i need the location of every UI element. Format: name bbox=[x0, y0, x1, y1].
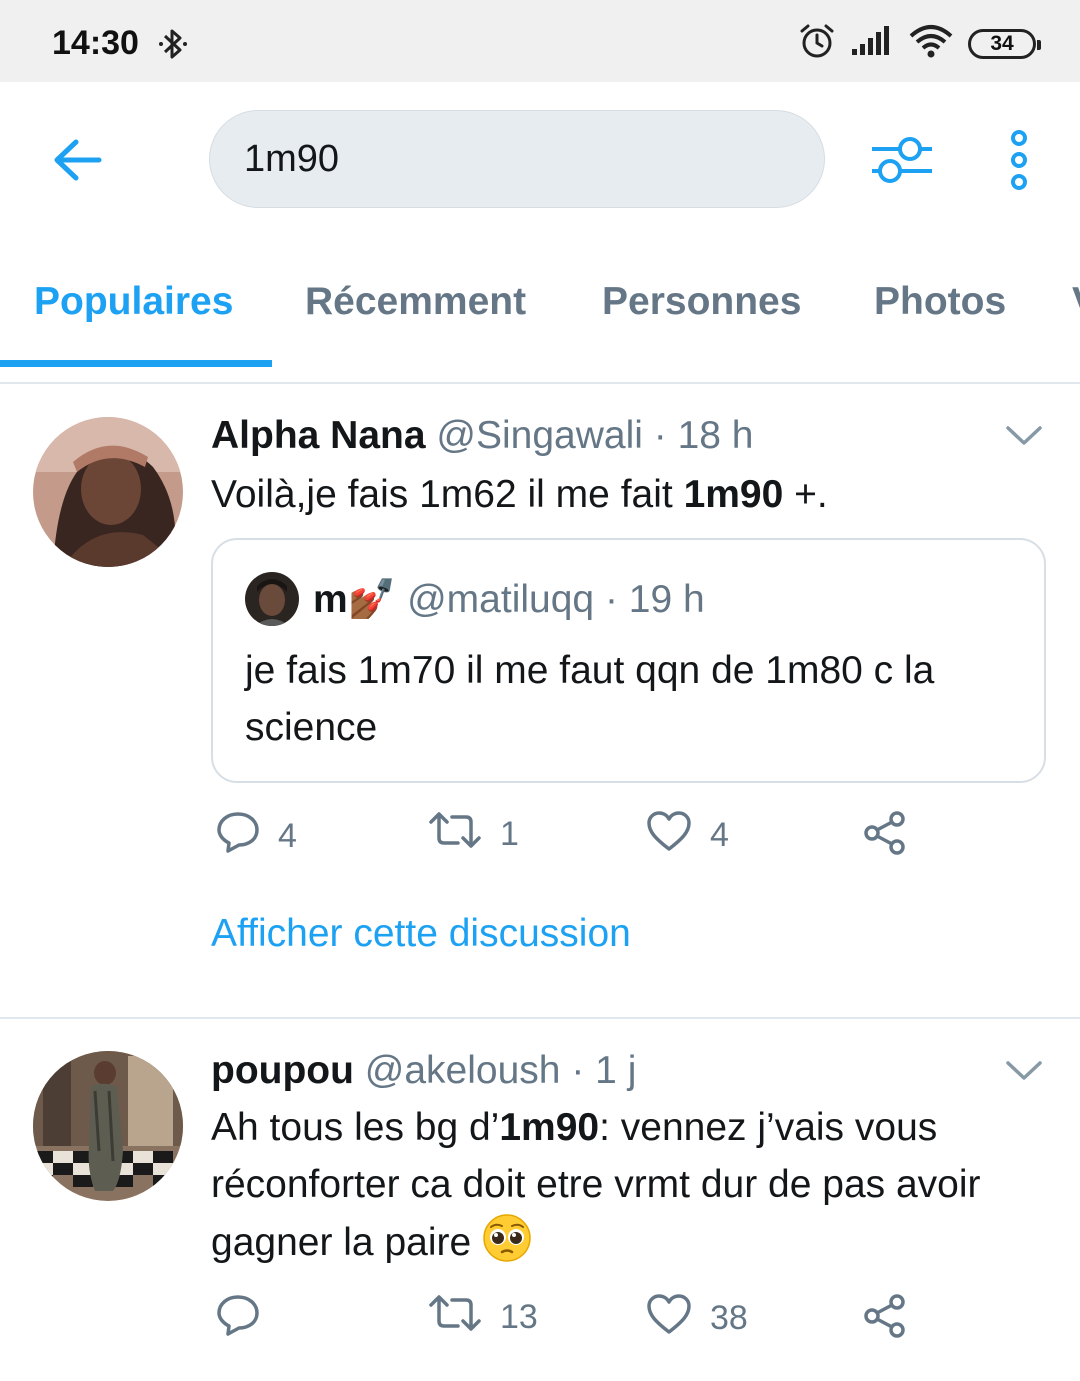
retweet-action[interactable]: 13 bbox=[428, 1293, 538, 1342]
show-thread-link[interactable]: Afficher cette discussion bbox=[211, 912, 631, 956]
highlighted-term: 1m90 bbox=[499, 1106, 600, 1149]
back-arrow-icon[interactable] bbox=[52, 138, 102, 187]
chevron-down-icon[interactable] bbox=[1004, 1059, 1044, 1088]
pleading-face-emoji bbox=[482, 1213, 532, 1263]
tab-populaires[interactable]: Populaires bbox=[34, 280, 233, 324]
separator: · bbox=[642, 414, 678, 457]
quoted-tweet[interactable]: m💅🏾 @matiluqq · 19 h je fais 1m70 il me … bbox=[211, 538, 1046, 783]
timestamp[interactable]: 1 j bbox=[595, 1049, 636, 1092]
quoted-handle: @matiluqq bbox=[407, 578, 595, 621]
battery-indicator: 34 bbox=[968, 28, 1041, 59]
search-box[interactable] bbox=[209, 110, 825, 208]
status-time: 14:30 bbox=[52, 24, 139, 62]
quoted-text: je fais 1m70 il me faut qqn de 1m80 c la… bbox=[245, 649, 935, 749]
avatar[interactable] bbox=[33, 1051, 183, 1201]
timestamp[interactable]: 18 h bbox=[678, 414, 754, 457]
tab-videos-partial[interactable]: V bbox=[1072, 280, 1080, 324]
tab-photos[interactable]: Photos bbox=[874, 280, 1006, 324]
reply-action[interactable]: 4 bbox=[216, 810, 297, 863]
tweet-actions: 4 1 4 bbox=[0, 810, 1080, 870]
like-count: 4 bbox=[710, 816, 729, 854]
heart-icon bbox=[646, 1293, 692, 1344]
active-tab-indicator bbox=[0, 360, 272, 367]
reply-icon bbox=[216, 1293, 260, 1346]
quoted-header: m💅🏾 @matiluqq · 19 h bbox=[313, 578, 705, 621]
reply-icon bbox=[216, 810, 260, 863]
heart-icon bbox=[646, 810, 692, 861]
tweet-card[interactable]: poupou @akeloush · 1 j Ah tous les bg d’… bbox=[0, 1019, 1080, 1381]
share-icon bbox=[862, 1293, 908, 1348]
retweet-action[interactable]: 1 bbox=[428, 810, 519, 859]
retweet-icon bbox=[428, 810, 482, 859]
retweet-count: 13 bbox=[500, 1298, 538, 1336]
tab-recemment[interactable]: Récemment bbox=[305, 280, 526, 324]
share-action[interactable] bbox=[862, 1293, 908, 1348]
search-filter-icon[interactable] bbox=[870, 134, 934, 191]
alarm-icon bbox=[798, 22, 836, 65]
wifi-icon bbox=[908, 24, 954, 63]
quoted-display-name: m bbox=[313, 578, 348, 621]
tweet-actions: 13 38 bbox=[0, 1293, 1080, 1353]
tweet-text: Ah tous les bg d’1m90: vennez j’vais vou… bbox=[211, 1106, 981, 1264]
highlighted-term: 1m90 bbox=[683, 473, 784, 516]
like-action[interactable]: 4 bbox=[646, 810, 729, 861]
chevron-down-icon[interactable] bbox=[1004, 424, 1044, 453]
bluetooth-icon bbox=[158, 26, 188, 67]
tweet-card[interactable]: Alpha Nana @Singawali · 18 h Voilà,je fa… bbox=[0, 384, 1080, 1018]
display-name[interactable]: poupou bbox=[211, 1049, 354, 1092]
signal-icon bbox=[850, 25, 894, 62]
like-action[interactable]: 38 bbox=[646, 1293, 748, 1344]
handle[interactable]: @Singawali bbox=[436, 414, 643, 457]
quoted-avatar bbox=[245, 572, 299, 626]
tweet-header: Alpha Nana @Singawali · 18 h bbox=[211, 414, 754, 458]
tweet-text: Voilà,je fais 1m62 il me fait 1m90 +. bbox=[211, 473, 828, 516]
quoted-timestamp: 19 h bbox=[628, 578, 705, 621]
share-action[interactable] bbox=[862, 810, 908, 865]
status-bar: 14:30 34 bbox=[0, 0, 1080, 82]
retweet-icon bbox=[428, 1293, 482, 1342]
share-icon bbox=[862, 810, 908, 865]
search-header bbox=[0, 82, 1080, 240]
retweet-count: 1 bbox=[500, 815, 519, 853]
more-options-icon[interactable] bbox=[1004, 130, 1034, 195]
nail-polish-emoji: 💅🏾 bbox=[347, 578, 397, 621]
search-tabs: Populaires Récemment Personnes Photos V bbox=[0, 240, 1080, 368]
separator: · bbox=[560, 1049, 596, 1092]
like-count: 38 bbox=[710, 1299, 748, 1337]
handle[interactable]: @akeloush bbox=[365, 1049, 561, 1092]
avatar[interactable] bbox=[33, 417, 183, 567]
reply-action[interactable] bbox=[216, 1293, 278, 1346]
reply-count: 4 bbox=[278, 817, 297, 855]
tab-personnes[interactable]: Personnes bbox=[602, 280, 801, 324]
tweet-header: poupou @akeloush · 1 j bbox=[211, 1049, 636, 1093]
display-name[interactable]: Alpha Nana bbox=[211, 414, 426, 457]
search-input[interactable] bbox=[244, 111, 804, 207]
